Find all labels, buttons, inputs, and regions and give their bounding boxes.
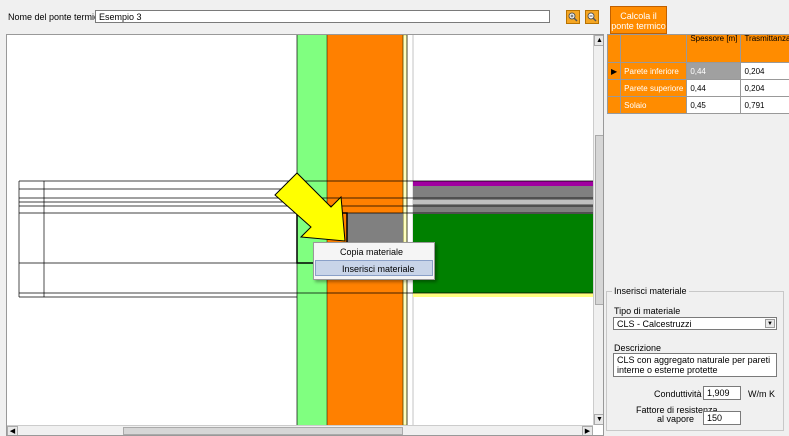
magnifier-plus-icon: [568, 12, 578, 22]
scroll-up-icon[interactable]: ▲: [594, 35, 603, 46]
conductivity-label: Conduttività: [654, 389, 702, 399]
scroll-right-icon[interactable]: ▶: [582, 426, 593, 435]
slab-concrete: [413, 214, 593, 293]
vapor-resistance-label: Fattore di resistenza al vapore: [636, 405, 718, 424]
zoom-out-button[interactable]: [585, 10, 599, 24]
vapor-resistance-input[interactable]: 150: [703, 411, 741, 425]
bridge-name-input[interactable]: Esempio 3: [95, 10, 550, 23]
row-header-corner: [607, 34, 622, 63]
calculate-button-line2: ponte termico: [611, 21, 666, 31]
trasmittanza-cell[interactable]: 0,204: [740, 79, 789, 97]
conductivity-input[interactable]: 1,909: [703, 386, 741, 400]
conductivity-unit: W/m K: [748, 389, 775, 399]
context-menu: Copia materiale Inserisci materiale: [313, 242, 435, 280]
bridge-drawing: [18, 35, 593, 425]
trasmittanza-cell[interactable]: 0,204: [740, 62, 789, 80]
spessore-cell[interactable]: 0,44: [686, 79, 742, 97]
layer-name-cell[interactable]: Solaio: [620, 96, 688, 114]
zoom-in-button[interactable]: [566, 10, 580, 24]
calculate-bridge-button[interactable]: Calcola il ponte termico: [610, 6, 667, 34]
menu-item-insert-material[interactable]: Inserisci materiale: [315, 260, 433, 276]
layers-table: Spessore [m] Trasmittanza [W/m²K] ▶ Pare…: [607, 34, 789, 114]
calculate-button-line1: Calcola il: [620, 11, 657, 21]
canvas-vertical-scrollbar[interactable]: ▲ ▼: [593, 35, 603, 425]
material-type-value: CLS - Calcestruzzi: [617, 319, 692, 329]
slab-gray-layer-2: [413, 204, 593, 214]
col-header-trasmittanza: Trasmittanza [W/m²K]: [740, 34, 789, 63]
slab-top-layer: [413, 181, 593, 186]
scroll-left-icon[interactable]: ◀: [7, 426, 18, 435]
spessore-cell[interactable]: 0,45: [686, 96, 742, 114]
material-type-label: Tipo di materiale: [614, 306, 681, 316]
canvas-horizontal-scrollbar[interactable]: ◀ ▶: [7, 425, 593, 435]
layer-name-cell[interactable]: Parete inferiore: [620, 62, 688, 80]
horizontal-scroll-thumb[interactable]: [123, 427, 403, 435]
current-row-indicator-icon: ▶: [607, 62, 622, 80]
spessore-cell[interactable]: 0,44: [686, 62, 742, 80]
menu-item-copy-material[interactable]: Copia materiale: [314, 244, 434, 260]
scroll-down-icon[interactable]: ▼: [594, 414, 603, 425]
col-header-spessore: Spessore [m]: [686, 34, 742, 63]
vertical-scroll-thumb[interactable]: [595, 135, 603, 305]
table-row[interactable]: Parete superiore 0,44 0,204: [607, 79, 789, 97]
layer-name-cell[interactable]: Parete superiore: [620, 79, 688, 97]
bridge-name-label: Nome del ponte termico: [8, 12, 104, 22]
table-row[interactable]: ▶ Parete inferiore 0,44 0,204: [607, 62, 789, 80]
insert-material-title: Inserisci materiale: [612, 286, 689, 296]
drawing-canvas[interactable]: ▲ ▼ ◀ ▶ Copia materiale Inserisci materi…: [6, 34, 604, 436]
magnifier-minus-icon: [587, 12, 597, 22]
trasmittanza-cell[interactable]: 0,791: [740, 96, 789, 114]
description-textarea[interactable]: CLS con aggregato naturale per pareti in…: [613, 353, 777, 377]
material-type-select[interactable]: CLS - Calcestruzzi ▼: [613, 317, 777, 330]
table-row[interactable]: Solaio 0,45 0,791: [607, 96, 789, 114]
chevron-down-icon[interactable]: ▼: [765, 319, 775, 328]
description-label: Descrizione: [614, 343, 662, 353]
